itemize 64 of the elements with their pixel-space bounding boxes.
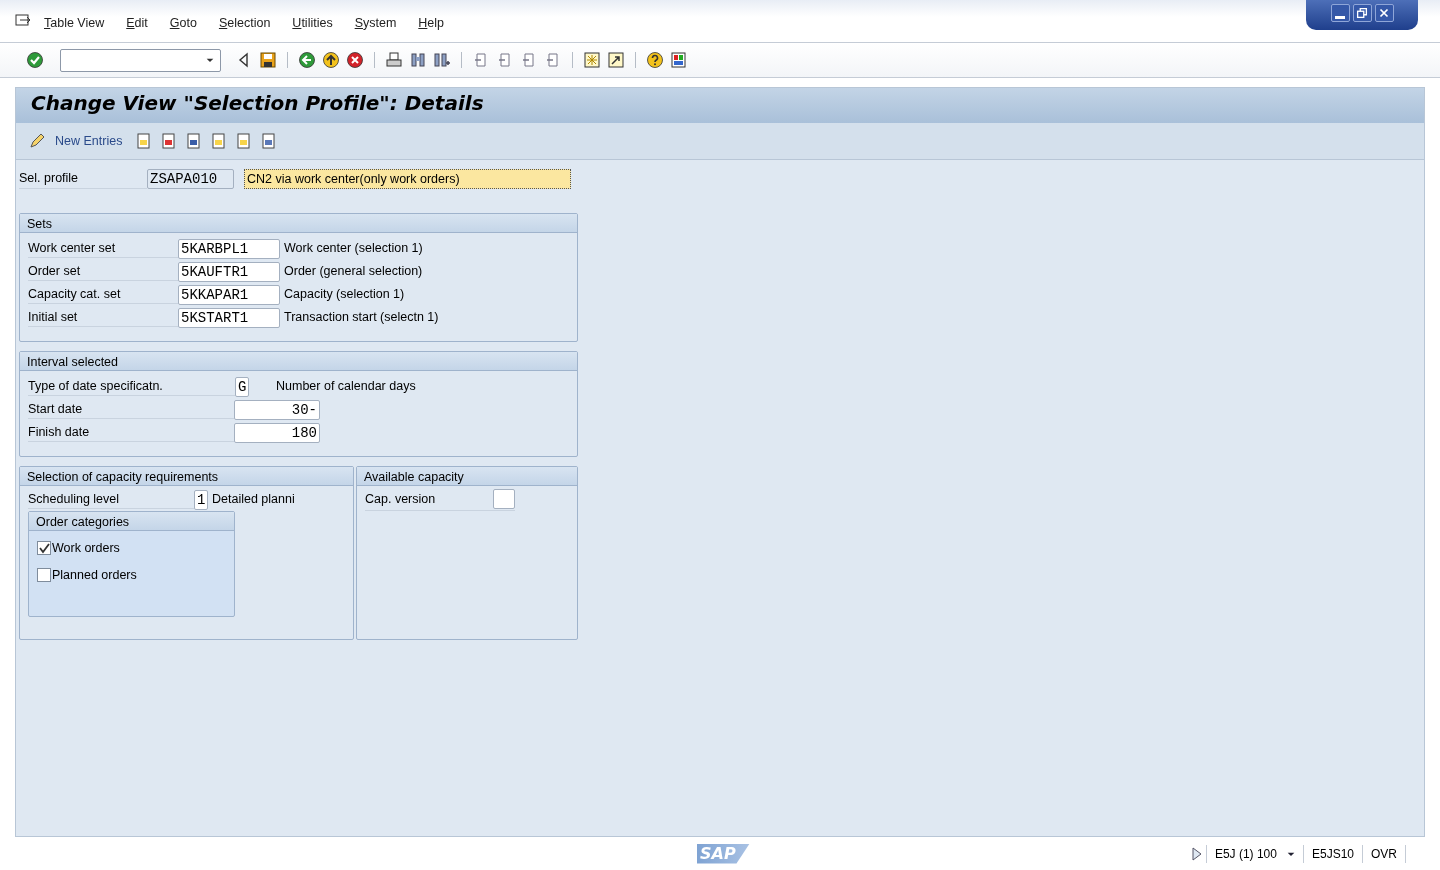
minimize-icon (1335, 15, 1345, 19)
minimize-button[interactable] (1330, 4, 1350, 22)
screen-title: Change View "Selection Profile": Details (16, 88, 1424, 123)
close-button[interactable] (1374, 4, 1394, 22)
menu-item[interactable]: Selection (218, 14, 271, 33)
pencil-icon[interactable] (28, 132, 46, 150)
field-label: Cap. version (365, 490, 437, 508)
input-field[interactable]: 5KSTART1 (178, 307, 280, 328)
layout-menu-icon[interactable] (670, 51, 688, 69)
field-label: Work center set (28, 238, 178, 259)
checkbox-label: Planned orders (52, 566, 137, 584)
checkbox-label: Work orders (52, 540, 120, 557)
field-label: Scheduling level (28, 489, 194, 510)
input-field[interactable] (493, 489, 515, 509)
input-field[interactable]: 5KAUFTR1 (178, 261, 280, 282)
field-description: Order (general selection) (284, 263, 423, 281)
new-entries-button[interactable]: New Entries (53, 131, 129, 151)
input-field[interactable]: 30- (234, 399, 320, 420)
input-field[interactable]: G (235, 376, 249, 397)
restore-button[interactable] (1352, 4, 1372, 22)
field-label: Order set (28, 261, 178, 282)
save-icon[interactable] (259, 51, 277, 69)
field-description: Detailed planni (212, 491, 295, 509)
group-title: Order categories (29, 512, 234, 531)
field-description: Transaction start (selectn 1) (284, 309, 439, 327)
check-icon[interactable] (26, 51, 44, 69)
field-label: Type of date specificatn. (28, 376, 235, 397)
menu-item[interactable]: System (354, 14, 397, 33)
checkbox[interactable] (37, 541, 51, 556)
help-icon[interactable] (646, 51, 664, 69)
menu-item[interactable]: Utilities (292, 14, 333, 33)
input-field[interactable]: 5KARBPL1 (178, 238, 280, 259)
command-field[interactable] (60, 48, 221, 72)
print-icon[interactable] (385, 51, 403, 69)
field-description: Number of calendar days (276, 378, 416, 396)
menu-item[interactable]: Help (418, 14, 445, 33)
cancel-icon[interactable] (346, 51, 364, 69)
input-field[interactable]: 180 (234, 422, 320, 443)
group-title: Available capacity (357, 467, 577, 486)
field-label: Finish date (28, 422, 235, 443)
close-icon (1377, 6, 1391, 20)
field-label: Initial set (28, 307, 178, 328)
field-label: Capacity cat. set (28, 284, 178, 305)
new-window-icon[interactable] (583, 51, 601, 69)
system-info: E5J (1) 100 (1205, 844, 1285, 863)
profile-field: ZSAPA010 (147, 169, 234, 189)
menu-item[interactable]: Table View (44, 14, 105, 33)
menu-item[interactable]: Goto (169, 14, 197, 33)
insert-mode: OVR (1362, 844, 1406, 863)
field-label: Start date (28, 399, 235, 420)
shortcut-icon[interactable] (607, 51, 625, 69)
checkbox[interactable] (37, 568, 51, 583)
sap-logo: SAP (697, 843, 750, 864)
group-title: Sets (20, 214, 577, 233)
profile-description: CN2 via work center(only work orders) (244, 169, 571, 189)
field-description: Work center (selection 1) (284, 240, 423, 258)
group-title: Interval selected (20, 352, 577, 371)
group-title: Selection of capacity requirements (20, 467, 353, 486)
server-name: E5JS10 (1302, 844, 1362, 863)
restore-icon (1355, 6, 1369, 20)
menu-item[interactable]: Edit (126, 14, 148, 33)
input-field[interactable]: 5KKAPAR1 (178, 284, 280, 305)
field-description: Capacity (selection 1) (284, 286, 405, 304)
input-field[interactable]: 1 (194, 489, 208, 510)
